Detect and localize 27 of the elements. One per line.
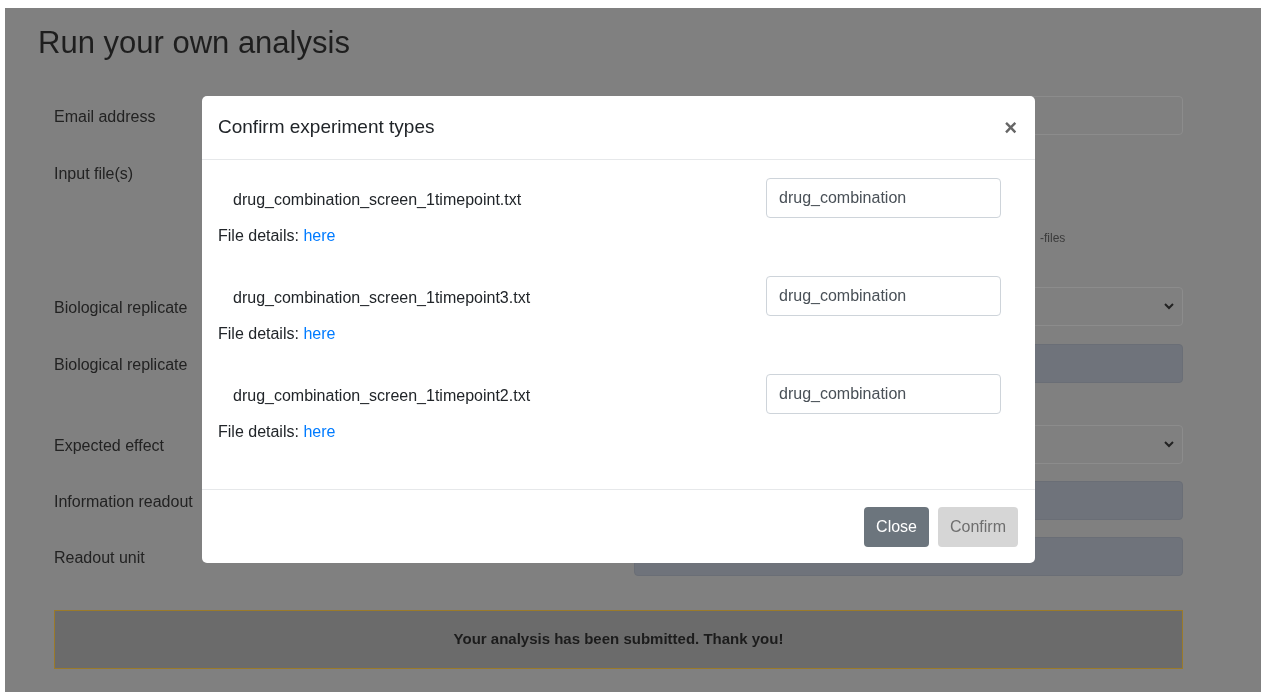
experiment-type-field[interactable]: drug_combination: [766, 276, 1001, 316]
chevron-down-icon: [1164, 441, 1174, 448]
experiment-type-field[interactable]: drug_combination: [766, 374, 1001, 414]
file-hint-text: -files: [1040, 230, 1066, 247]
field-label: Expected effect: [54, 437, 164, 454]
field-label: Readout unit: [54, 549, 145, 566]
close-dialog-button[interactable]: Close: [864, 506, 929, 547]
details-link[interactable]: here: [303, 423, 336, 440]
field-label: Information readout: [54, 493, 193, 510]
file-details-text: File details: here: [218, 226, 337, 246]
dialog-title: Confirm experiment types: [218, 115, 435, 140]
field-label: Email address: [54, 108, 156, 125]
field-label: Biological replicate: [54, 356, 188, 373]
field-label: Biological replicate: [54, 299, 188, 316]
file-name: drug_combination_screen_1timepoint.txt: [232, 190, 522, 210]
field-label: Input file(s): [54, 165, 134, 182]
success-alert: Your analysis has been submitted. Thank you!: [54, 610, 1183, 669]
details-link[interactable]: here: [303, 325, 336, 342]
experiment-type-field[interactable]: drug_combination: [766, 178, 1001, 218]
page-title: Run your own analysis: [38, 25, 351, 61]
file-name: drug_combination_screen_1timepoint3.txt: [232, 288, 531, 308]
close-button[interactable]: ×: [1004, 116, 1017, 139]
chevron-down-icon: [1164, 303, 1174, 310]
file-details-text: File details: here: [218, 324, 337, 344]
file-name: drug_combination_screen_1timepoint2.txt: [232, 386, 531, 406]
details-link[interactable]: here: [303, 227, 336, 244]
file-details-text: File details: here: [218, 422, 337, 442]
